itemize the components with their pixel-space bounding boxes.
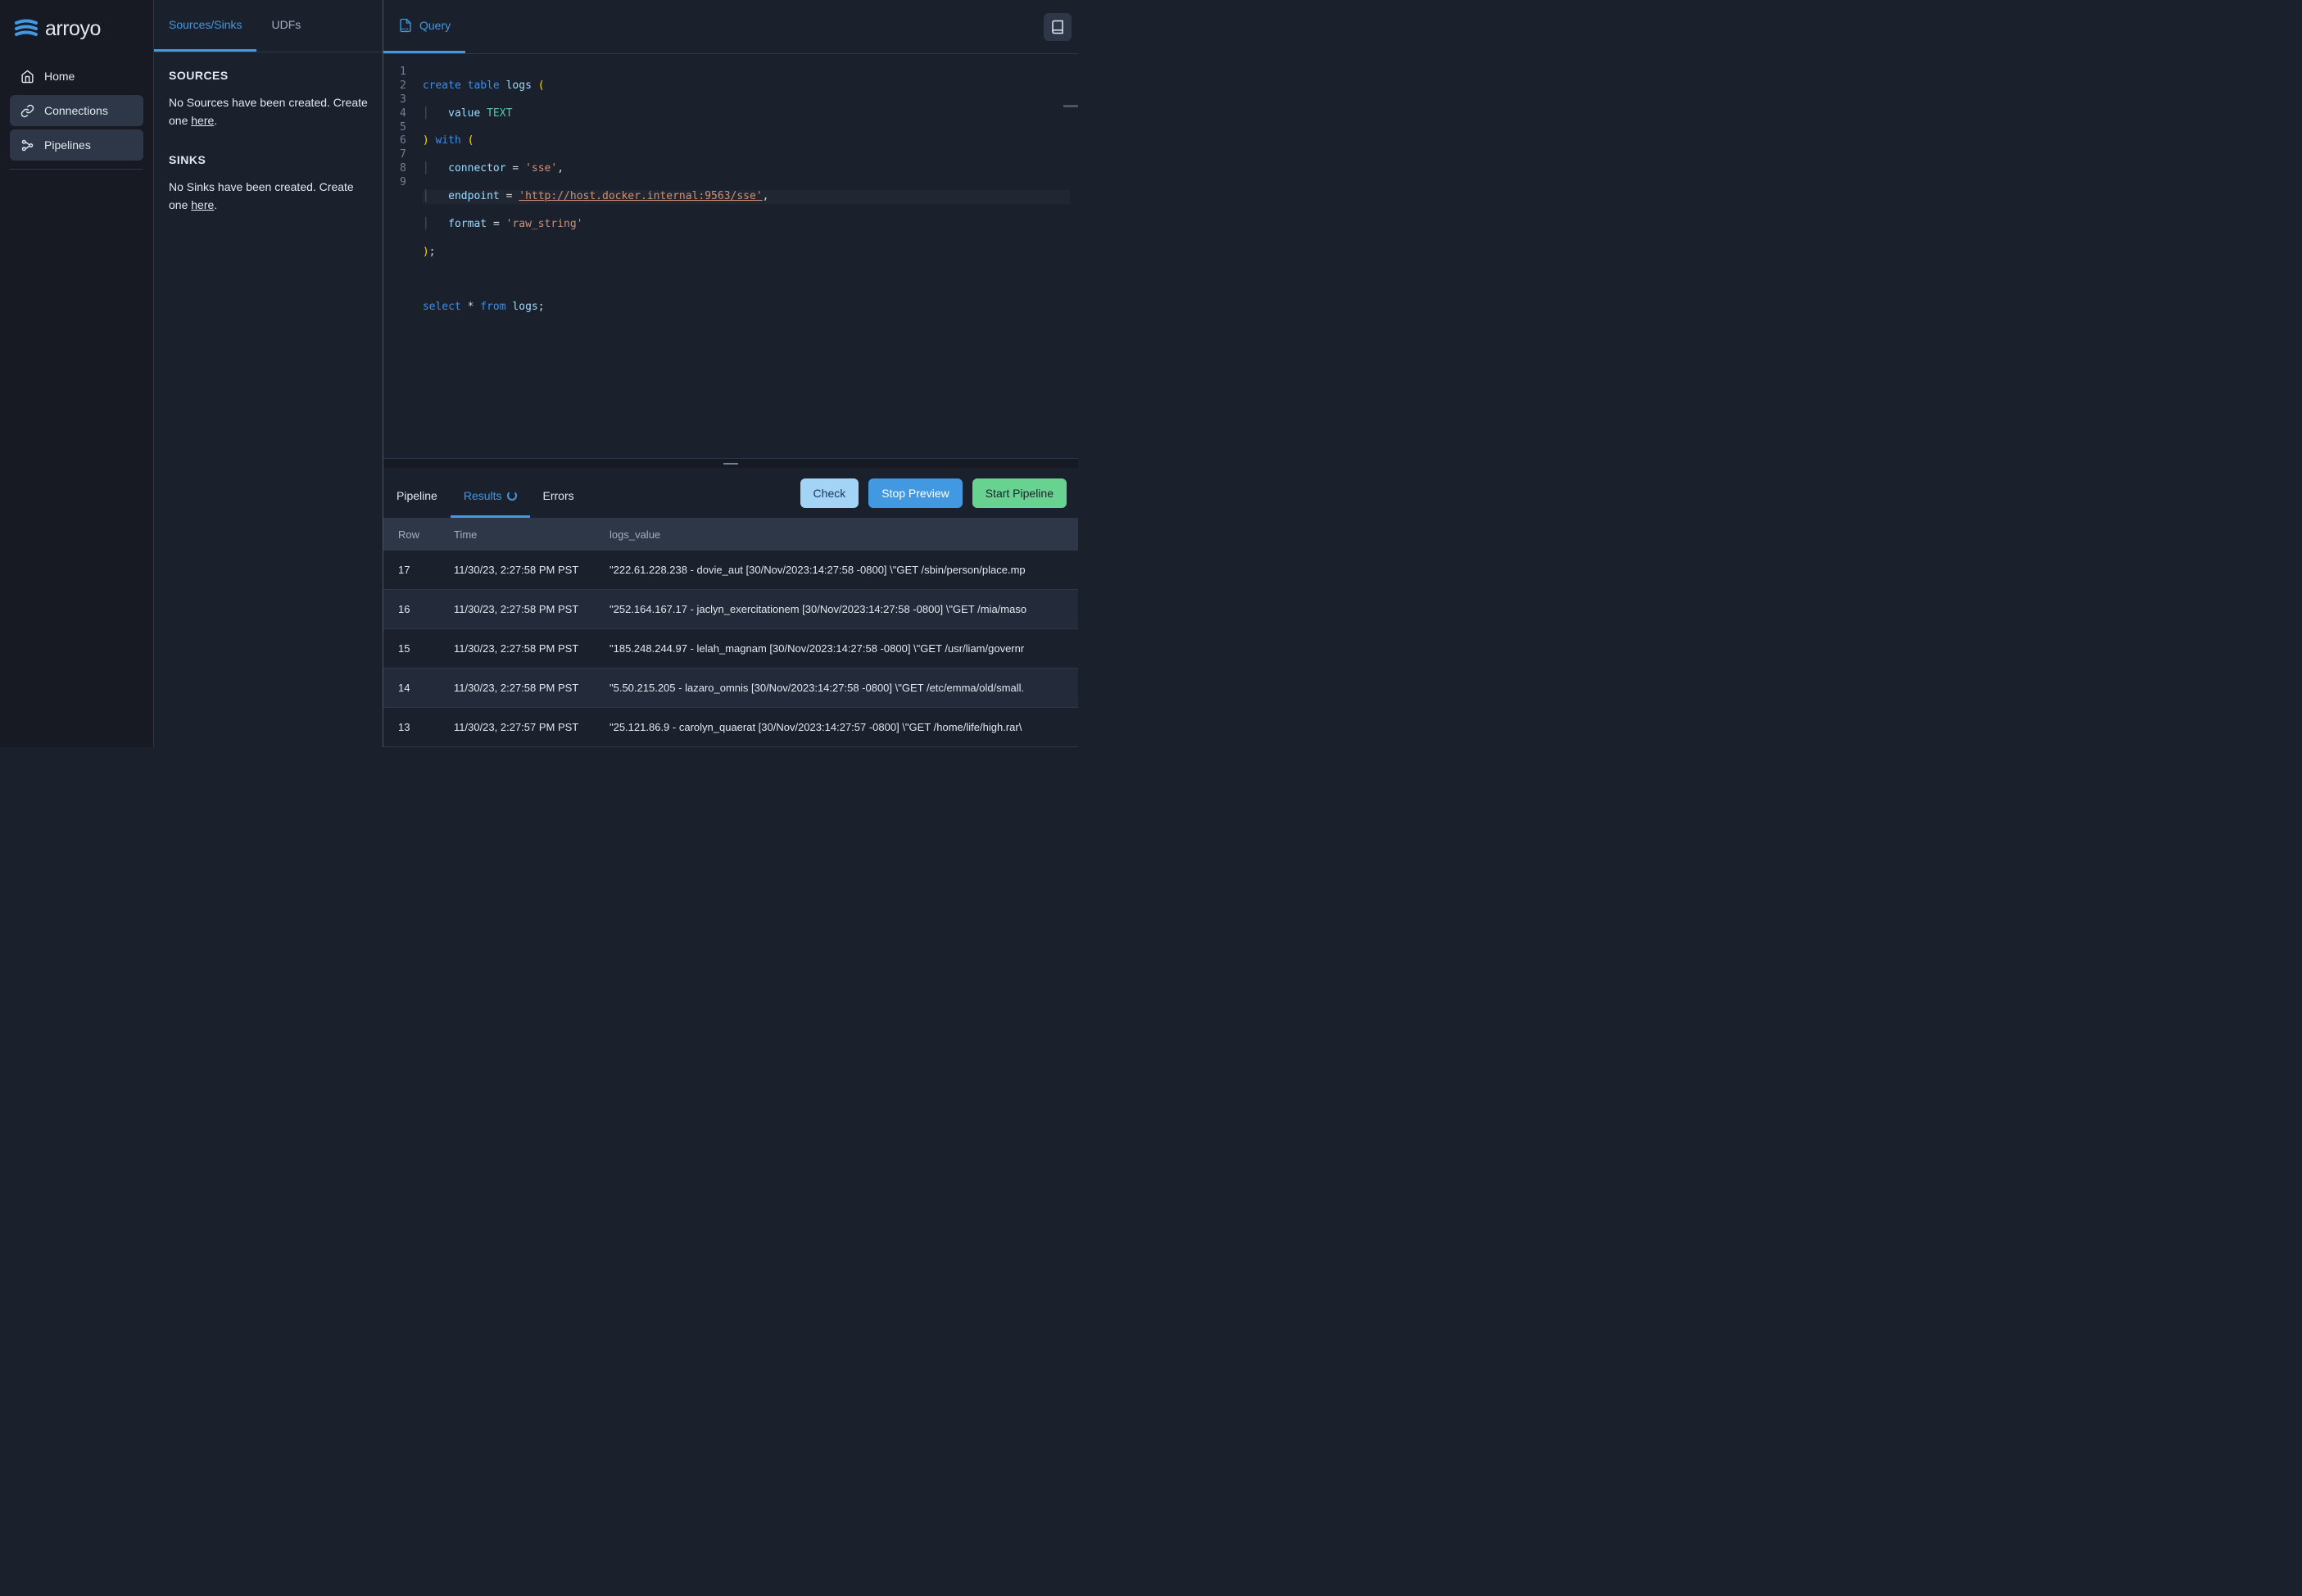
create-sink-link[interactable]: here [191, 198, 214, 211]
sql-file-icon: SQL [398, 18, 413, 33]
tab-sources-sinks[interactable]: Sources/Sinks [154, 0, 256, 52]
nav-divider [10, 169, 143, 170]
tab-query[interactable]: SQL Query [383, 0, 465, 53]
minimap-marker [1063, 105, 1078, 107]
col-logs-value: logs_value [595, 519, 1078, 551]
table-row[interactable]: 1711/30/23, 2:27:58 PM PST"222.61.228.23… [383, 551, 1078, 590]
left-tabs: Sources/Sinks UDFs [154, 0, 383, 52]
arroyo-logo-icon [14, 16, 39, 41]
cell-time: 11/30/23, 2:27:58 PM PST [439, 551, 595, 590]
cell-time: 11/30/23, 2:27:58 PM PST [439, 669, 595, 708]
results-table: Row Time logs_value 1711/30/23, 2:27:58 … [383, 519, 1078, 747]
cell-logs-value: "185.248.244.97 - lelah_magnam [30/Nov/2… [595, 629, 1078, 669]
tab-results[interactable]: Results [451, 476, 530, 518]
branch-icon [20, 138, 34, 152]
svg-text:SQL: SQL [401, 27, 410, 32]
brand-name: arroyo [45, 17, 101, 41]
cell-row: 13 [383, 708, 439, 747]
sinks-empty-message: No Sinks have been created. Create one h… [169, 178, 368, 215]
table-header-row: Row Time logs_value [383, 519, 1078, 551]
cell-logs-value: "25.121.86.9 - carolyn_quaerat [30/Nov/2… [595, 708, 1078, 747]
bottom-panel: Pipeline Results Errors Check Stop Previ… [383, 468, 1078, 747]
sql-editor[interactable]: 1 2 3 4 5 6 7 8 9 create table logs ( │ … [383, 54, 1078, 458]
brand-logo[interactable]: arroyo [10, 16, 143, 41]
cell-logs-value: "5.50.215.205 - lazaro_omnis [30/Nov/202… [595, 669, 1078, 708]
nav-home[interactable]: Home [10, 61, 143, 92]
nav-connections[interactable]: Connections [10, 95, 143, 126]
sidebar: arroyo Home Connections [0, 0, 154, 747]
cell-time: 11/30/23, 2:27:57 PM PST [439, 708, 595, 747]
sources-header: SOURCES [169, 69, 368, 82]
check-button[interactable]: Check [800, 478, 859, 508]
left-panel: Sources/Sinks UDFs SOURCES No Sources ha… [154, 0, 383, 747]
cell-row: 14 [383, 669, 439, 708]
start-pipeline-button[interactable]: Start Pipeline [972, 478, 1067, 508]
line-gutter: 1 2 3 4 5 6 7 8 9 [383, 54, 415, 458]
stop-preview-button[interactable]: Stop Preview [868, 478, 962, 508]
nav-item-label: Pipelines [44, 138, 91, 152]
col-time: Time [439, 519, 595, 551]
table-row[interactable]: 1311/30/23, 2:27:57 PM PST"25.121.86.9 -… [383, 708, 1078, 747]
cell-row: 15 [383, 629, 439, 669]
bottom-tabs: Pipeline Results Errors [383, 476, 587, 518]
nav-pipelines[interactable]: Pipelines [10, 129, 143, 161]
sources-empty-message: No Sources have been created. Create one… [169, 93, 368, 130]
nav-item-label: Home [44, 70, 75, 83]
table-row[interactable]: 1411/30/23, 2:27:58 PM PST"5.50.215.205 … [383, 669, 1078, 708]
cell-logs-value: "252.164.167.17 - jaclyn_exercitationem … [595, 590, 1078, 629]
cell-row: 16 [383, 590, 439, 629]
col-row: Row [383, 519, 439, 551]
sinks-header: SINKS [169, 153, 368, 166]
catalog-button[interactable] [1044, 13, 1072, 41]
main-tabs: SQL Query [383, 0, 465, 53]
loading-spinner-icon [507, 491, 517, 501]
cell-time: 11/30/23, 2:27:58 PM PST [439, 629, 595, 669]
create-source-link[interactable]: here [191, 114, 214, 127]
code-content[interactable]: create table logs ( │ value TEXT ) with … [415, 54, 1078, 458]
table-row[interactable]: 1511/30/23, 2:27:58 PM PST"185.248.244.9… [383, 629, 1078, 669]
nav-item-label: Connections [44, 104, 108, 117]
main-panel: SQL Query 1 2 3 4 5 6 [383, 0, 1078, 747]
table-row[interactable]: 1611/30/23, 2:27:58 PM PST"252.164.167.1… [383, 590, 1078, 629]
tab-errors[interactable]: Errors [530, 476, 587, 518]
tab-label: Query [419, 19, 451, 32]
home-icon [20, 69, 34, 84]
resize-handle[interactable] [383, 458, 1078, 468]
cell-logs-value: "222.61.228.238 - dovie_aut [30/Nov/2023… [595, 551, 1078, 590]
link-icon [20, 103, 34, 118]
tab-udfs[interactable]: UDFs [256, 0, 315, 52]
book-icon [1050, 20, 1065, 34]
cell-row: 17 [383, 551, 439, 590]
cell-time: 11/30/23, 2:27:58 PM PST [439, 590, 595, 629]
tab-pipeline[interactable]: Pipeline [383, 476, 451, 518]
